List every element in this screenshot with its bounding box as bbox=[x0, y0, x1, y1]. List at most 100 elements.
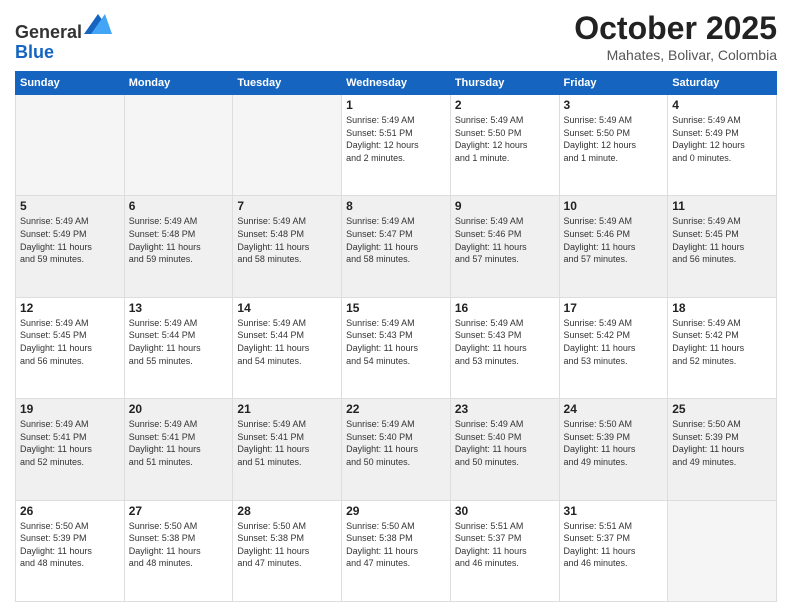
day-info: Sunrise: 5:49 AM Sunset: 5:49 PM Dayligh… bbox=[672, 114, 772, 164]
day-number: 30 bbox=[455, 504, 555, 518]
calendar-cell: 24 Sunrise: 5:50 AM Sunset: 5:39 PM Dayli… bbox=[559, 399, 668, 500]
day-number: 8 bbox=[346, 199, 446, 213]
day-number: 29 bbox=[346, 504, 446, 518]
calendar-cell: 15 Sunrise: 5:49 AM Sunset: 5:43 PM Dayli… bbox=[342, 297, 451, 398]
day-number: 14 bbox=[237, 301, 337, 315]
calendar-cell: 2 Sunrise: 5:49 AM Sunset: 5:50 PM Daylig… bbox=[450, 95, 559, 196]
day-info: Sunrise: 5:49 AM Sunset: 5:46 PM Dayligh… bbox=[564, 215, 664, 265]
day-number: 10 bbox=[564, 199, 664, 213]
day-info: Sunrise: 5:50 AM Sunset: 5:39 PM Dayligh… bbox=[564, 418, 664, 468]
logo-icon bbox=[84, 10, 112, 38]
calendar-cell: 23 Sunrise: 5:49 AM Sunset: 5:40 PM Dayli… bbox=[450, 399, 559, 500]
day-number: 3 bbox=[564, 98, 664, 112]
day-number: 11 bbox=[672, 199, 772, 213]
calendar-cell: 19 Sunrise: 5:49 AM Sunset: 5:41 PM Dayli… bbox=[16, 399, 125, 500]
month-title: October 2025 bbox=[574, 10, 777, 47]
day-number: 25 bbox=[672, 402, 772, 416]
calendar-cell: 1 Sunrise: 5:49 AM Sunset: 5:51 PM Daylig… bbox=[342, 95, 451, 196]
day-number: 23 bbox=[455, 402, 555, 416]
day-info: Sunrise: 5:50 AM Sunset: 5:39 PM Dayligh… bbox=[20, 520, 120, 570]
location-subtitle: Mahates, Bolivar, Colombia bbox=[574, 47, 777, 63]
day-header-wednesday: Wednesday bbox=[342, 72, 451, 95]
day-number: 1 bbox=[346, 98, 446, 112]
day-number: 31 bbox=[564, 504, 664, 518]
day-info: Sunrise: 5:50 AM Sunset: 5:39 PM Dayligh… bbox=[672, 418, 772, 468]
day-header-monday: Monday bbox=[124, 72, 233, 95]
calendar-cell: 20Sunrise: 5:49 AM Sunset: 5:41 PM Dayli… bbox=[124, 399, 233, 500]
calendar-week-row: 1 Sunrise: 5:49 AM Sunset: 5:51 PM Daylig… bbox=[16, 95, 777, 196]
header: General Blue October 2025 Mahates, Boliv… bbox=[15, 10, 777, 63]
day-number: 26 bbox=[20, 504, 120, 518]
day-number: 6 bbox=[129, 199, 229, 213]
day-info: Sunrise: 5:49 AM Sunset: 5:45 PM Dayligh… bbox=[20, 317, 120, 367]
calendar-cell: 18 Sunrise: 5:49 AM Sunset: 5:42 PM Dayli… bbox=[668, 297, 777, 398]
day-number: 13 bbox=[129, 301, 229, 315]
day-number: 18 bbox=[672, 301, 772, 315]
day-info: Sunrise: 5:50 AM Sunset: 5:38 PM Dayligh… bbox=[129, 520, 229, 570]
day-number: 5 bbox=[20, 199, 120, 213]
calendar-cell bbox=[124, 95, 233, 196]
calendar-cell: 11 Sunrise: 5:49 AM Sunset: 5:45 PM Dayli… bbox=[668, 196, 777, 297]
day-number: 7 bbox=[237, 199, 337, 213]
day-info: Sunrise: 5:49 AM Sunset: 5:51 PM Dayligh… bbox=[346, 114, 446, 164]
day-info: Sunrise: 5:49 AM Sunset: 5:46 PM Dayligh… bbox=[455, 215, 555, 265]
day-number: 19 bbox=[20, 402, 120, 416]
calendar-cell: 7Sunrise: 5:49 AM Sunset: 5:48 PM Daylig… bbox=[233, 196, 342, 297]
calendar-cell: 27 Sunrise: 5:50 AM Sunset: 5:38 PM Dayli… bbox=[124, 500, 233, 601]
day-header-friday: Friday bbox=[559, 72, 668, 95]
calendar-week-row: 12 Sunrise: 5:49 AM Sunset: 5:45 PM Dayli… bbox=[16, 297, 777, 398]
logo-text: General bbox=[15, 10, 112, 43]
calendar-cell: 29Sunrise: 5:50 AM Sunset: 5:38 PM Dayli… bbox=[342, 500, 451, 601]
day-info: Sunrise: 5:50 AM Sunset: 5:38 PM Dayligh… bbox=[237, 520, 337, 570]
day-info: Sunrise: 5:51 AM Sunset: 5:37 PM Dayligh… bbox=[455, 520, 555, 570]
day-number: 24 bbox=[564, 402, 664, 416]
day-info: Sunrise: 5:49 AM Sunset: 5:50 PM Dayligh… bbox=[564, 114, 664, 164]
day-number: 27 bbox=[129, 504, 229, 518]
day-info: Sunrise: 5:49 AM Sunset: 5:43 PM Dayligh… bbox=[346, 317, 446, 367]
calendar-cell: 17Sunrise: 5:49 AM Sunset: 5:42 PM Dayli… bbox=[559, 297, 668, 398]
day-info: Sunrise: 5:49 AM Sunset: 5:43 PM Dayligh… bbox=[455, 317, 555, 367]
calendar-cell bbox=[233, 95, 342, 196]
day-info: Sunrise: 5:49 AM Sunset: 5:47 PM Dayligh… bbox=[346, 215, 446, 265]
day-number: 28 bbox=[237, 504, 337, 518]
day-number: 20 bbox=[129, 402, 229, 416]
title-block: October 2025 Mahates, Bolivar, Colombia bbox=[574, 10, 777, 63]
logo-blue-text: Blue bbox=[15, 43, 112, 63]
calendar-cell: 13Sunrise: 5:49 AM Sunset: 5:44 PM Dayli… bbox=[124, 297, 233, 398]
day-number: 9 bbox=[455, 199, 555, 213]
day-info: Sunrise: 5:49 AM Sunset: 5:41 PM Dayligh… bbox=[20, 418, 120, 468]
calendar-cell: 25 Sunrise: 5:50 AM Sunset: 5:39 PM Dayli… bbox=[668, 399, 777, 500]
calendar-cell: 16Sunrise: 5:49 AM Sunset: 5:43 PM Dayli… bbox=[450, 297, 559, 398]
day-number: 15 bbox=[346, 301, 446, 315]
logo-general: General bbox=[15, 22, 82, 42]
calendar-cell: 14 Sunrise: 5:49 AM Sunset: 5:44 PM Dayli… bbox=[233, 297, 342, 398]
day-info: Sunrise: 5:49 AM Sunset: 5:42 PM Dayligh… bbox=[672, 317, 772, 367]
calendar-table: SundayMondayTuesdayWednesdayThursdayFrid… bbox=[15, 71, 777, 602]
calendar-cell: 4 Sunrise: 5:49 AM Sunset: 5:49 PM Daylig… bbox=[668, 95, 777, 196]
calendar-cell: 22Sunrise: 5:49 AM Sunset: 5:40 PM Dayli… bbox=[342, 399, 451, 500]
day-number: 2 bbox=[455, 98, 555, 112]
day-info: Sunrise: 5:49 AM Sunset: 5:44 PM Dayligh… bbox=[237, 317, 337, 367]
day-number: 22 bbox=[346, 402, 446, 416]
day-header-sunday: Sunday bbox=[16, 72, 125, 95]
logo-blue: Blue bbox=[15, 42, 54, 62]
day-info: Sunrise: 5:49 AM Sunset: 5:45 PM Dayligh… bbox=[672, 215, 772, 265]
day-header-saturday: Saturday bbox=[668, 72, 777, 95]
calendar-week-row: 26 Sunrise: 5:50 AM Sunset: 5:39 PM Dayli… bbox=[16, 500, 777, 601]
calendar-cell: 10 Sunrise: 5:49 AM Sunset: 5:46 PM Dayli… bbox=[559, 196, 668, 297]
calendar-header-row: SundayMondayTuesdayWednesdayThursdayFrid… bbox=[16, 72, 777, 95]
day-info: Sunrise: 5:49 AM Sunset: 5:40 PM Dayligh… bbox=[455, 418, 555, 468]
calendar-week-row: 5 Sunrise: 5:49 AM Sunset: 5:49 PM Daylig… bbox=[16, 196, 777, 297]
day-info: Sunrise: 5:49 AM Sunset: 5:49 PM Dayligh… bbox=[20, 215, 120, 265]
day-number: 4 bbox=[672, 98, 772, 112]
calendar-cell: 28 Sunrise: 5:50 AM Sunset: 5:38 PM Dayli… bbox=[233, 500, 342, 601]
page: General Blue October 2025 Mahates, Boliv… bbox=[0, 0, 792, 612]
calendar-cell: 30 Sunrise: 5:51 AM Sunset: 5:37 PM Dayli… bbox=[450, 500, 559, 601]
day-info: Sunrise: 5:49 AM Sunset: 5:50 PM Dayligh… bbox=[455, 114, 555, 164]
calendar-cell bbox=[668, 500, 777, 601]
calendar-cell: 9 Sunrise: 5:49 AM Sunset: 5:46 PM Daylig… bbox=[450, 196, 559, 297]
day-number: 17 bbox=[564, 301, 664, 315]
calendar-cell: 8 Sunrise: 5:49 AM Sunset: 5:47 PM Daylig… bbox=[342, 196, 451, 297]
day-number: 12 bbox=[20, 301, 120, 315]
calendar-cell bbox=[16, 95, 125, 196]
